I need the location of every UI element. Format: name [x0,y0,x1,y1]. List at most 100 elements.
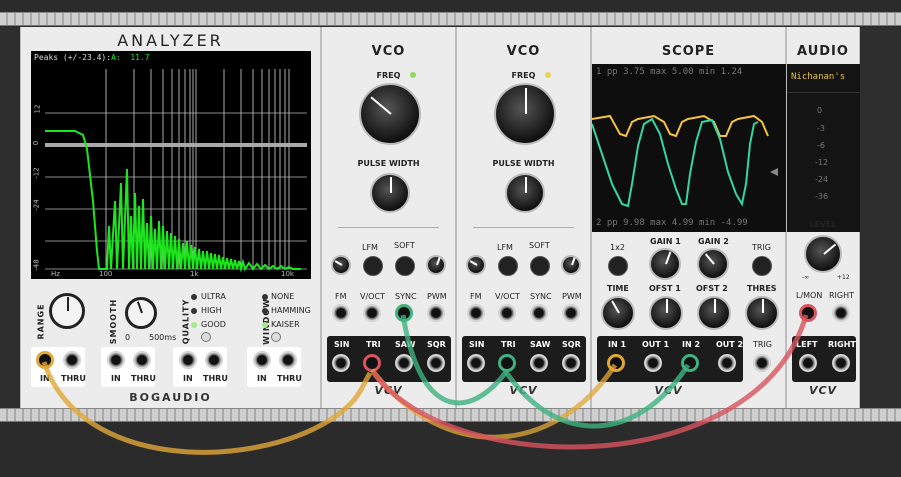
vco1-soft-button[interactable] [395,256,415,276]
vco1-fm-jack[interactable] [332,304,350,322]
smooth-min: 0 [125,333,131,342]
vco1-fm-knob[interactable] [331,255,351,275]
audio-lmon-label: L/MON [796,291,823,300]
db-tick-12: 12 [33,104,42,114]
analyzer-in-b-jack[interactable] [107,351,125,369]
thru-label-c: THRU [203,374,228,383]
analyzer-thru-c-jack[interactable] [205,351,223,369]
in-label-b: IN [111,374,121,383]
window-hamming: HAMMING [271,306,311,315]
scope-trig-label: TRIG [753,340,773,349]
audio-vcv-logo: VCV [808,384,838,397]
level-max-label: +12 [837,274,850,281]
analyzer-thru-d-jack[interactable] [279,351,297,369]
vco2-soft-button[interactable] [530,256,550,276]
scope-waveforms [592,114,778,208]
analyzer-thru-a-jack[interactable] [63,351,81,369]
range-knob[interactable] [49,293,85,329]
vco2-freq-label: FREQ [511,71,536,80]
audio-right-in-jack[interactable] [832,304,850,322]
vco1-sync-jack[interactable] [395,304,413,322]
vco1-freq-knob[interactable] [359,83,421,145]
vco2-freq-knob[interactable] [494,83,556,145]
level-min-label: -∞ [802,274,810,281]
scope-gain2-knob[interactable] [697,248,729,280]
scope-out2-jack[interactable] [718,354,736,372]
scope-gain1-knob[interactable] [649,248,681,280]
vco1-module: VCO FREQ PULSE WIDTH LFM SOFT FM V/OCT S… [321,27,456,408]
analyzer-thru-b-jack[interactable] [133,351,151,369]
scope-thres-knob[interactable] [745,296,779,330]
vco2-sqr-label: SQR [562,340,581,349]
vco1-sin-jack[interactable] [332,354,350,372]
vco1-lfm-button[interactable] [363,256,383,276]
vco1-tri-jack[interactable] [363,354,381,372]
thru-label-b: THRU [131,374,156,383]
scope-out1-jack[interactable] [644,354,662,372]
scope-time-label: TIME [607,284,629,293]
audio-module: AUDIO Nichanan's 0 -3 -6 -12 -24 -36 LEV… [786,27,861,408]
vco2-tri-label: TRI [501,340,516,349]
db-tick-m48: -48 [32,259,41,271]
scope-in1-jack[interactable] [607,354,625,372]
meter-0: 0 [817,106,823,115]
audio-lmon-jack[interactable] [799,304,817,322]
vco2-tri-jack[interactable] [498,354,516,372]
top-rack-rail [0,12,901,26]
scope-in2-jack[interactable] [681,354,699,372]
vco2-saw-jack[interactable] [530,354,548,372]
window-button[interactable] [271,332,281,342]
vco2-lfm-label: LFM [497,243,513,252]
analyzer-title: ANALYZER [117,31,224,50]
scope-ofst1-knob[interactable] [649,296,683,330]
analyzer-in-d-jack[interactable] [253,351,271,369]
smooth-knob[interactable] [125,297,157,329]
meter-24: -24 [815,175,829,184]
analyzer-in-a-jack[interactable] [36,351,54,369]
scope-trig-jack[interactable] [753,354,771,372]
audio-display: Nichanan's 0 -3 -6 -12 -24 -36 [787,64,861,232]
vco2-fm-knob[interactable] [466,255,486,275]
hz-tick-hz: Hz [51,270,60,278]
scope-gain2-label: GAIN 2 [698,237,729,246]
meter-3: -3 [817,124,825,133]
vco2-sin-jack[interactable] [467,354,485,372]
vco1-saw-jack[interactable] [395,354,413,372]
vco1-sqr-jack[interactable] [427,354,445,372]
audio-right-out-jack[interactable] [832,354,850,372]
vco1-vcv-logo: VCV [374,384,403,397]
vco2-title: VCO [506,44,541,59]
meter-36: -36 [815,192,829,201]
audio-left-out-jack[interactable] [799,354,817,372]
vco2-sync-jack[interactable] [530,304,548,322]
vco2-fm-jack[interactable] [467,304,485,322]
vco1-pwm-jack[interactable] [427,304,445,322]
vco2-sync-label: SYNC [530,292,552,301]
db-tick-m24: -24 [32,199,41,211]
quality-button[interactable] [201,332,211,342]
scope-time-knob[interactable] [601,296,635,330]
vco2-pw-knob[interactable] [505,173,545,213]
vco1-pwm-knob[interactable] [426,255,446,275]
vco2-pwm-knob[interactable] [561,255,581,275]
vco1-freq-led [410,72,416,78]
vco2-pwm-label: PWM [562,292,582,301]
thru-label-d: THRU [277,374,302,383]
vco2-pwm-jack[interactable] [562,304,580,322]
vco1-lfm-label: LFM [362,243,378,252]
scope-trig-button[interactable] [752,256,772,276]
scope-1x2-button[interactable] [608,256,628,276]
vco2-sqr-jack[interactable] [562,354,580,372]
vco1-fm-label: FM [335,292,347,301]
vco2-voct-jack[interactable] [498,304,516,322]
vco1-pw-knob[interactable] [370,173,410,213]
audio-device-name[interactable]: Nichanan's [791,72,845,82]
audio-level-knob[interactable] [804,235,842,273]
vco1-voct-jack[interactable] [363,304,381,322]
analyzer-in-c-jack[interactable] [179,351,197,369]
hz-tick-10k: 10k [281,270,294,278]
vco1-pwm-label: PWM [427,292,447,301]
vco2-lfm-button[interactable] [498,256,518,276]
in-label-d: IN [257,374,267,383]
scope-ofst2-knob[interactable] [697,296,731,330]
